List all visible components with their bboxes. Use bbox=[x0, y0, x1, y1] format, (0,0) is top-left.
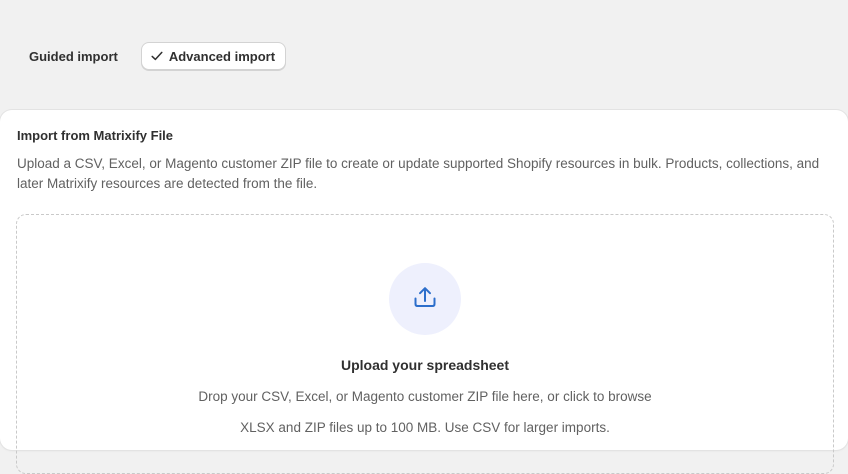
import-card: Import from Matrixify File Upload a CSV,… bbox=[0, 110, 848, 474]
tab-guided-import-label: Guided import bbox=[29, 48, 118, 64]
tab-advanced-import[interactable]: Advanced import bbox=[140, 42, 287, 70]
card-description: Upload a CSV, Excel, or Magento customer… bbox=[17, 156, 820, 191]
tab-advanced-import-label: Advanced import bbox=[168, 48, 276, 64]
card-title: Import from Matrixify File bbox=[17, 128, 174, 143]
dropzone-title: Upload your spreadsheet bbox=[340, 357, 510, 373]
upload-icon-container bbox=[389, 263, 461, 335]
upload-icon bbox=[412, 284, 438, 315]
tab-guided-import[interactable]: Guided import bbox=[16, 42, 131, 70]
file-dropzone[interactable]: Upload your spreadsheet Drop your CSV, E… bbox=[16, 214, 834, 474]
dropzone-subtitle: Drop your CSV, Excel, or Magento custome… bbox=[198, 389, 652, 404]
checkmark-icon bbox=[150, 49, 164, 63]
dropzone-file-limits-note: XLSX and ZIP files up to 100 MB. Use CSV… bbox=[240, 420, 610, 435]
import-mode-tabs: Guided import Advanced import bbox=[16, 42, 287, 70]
